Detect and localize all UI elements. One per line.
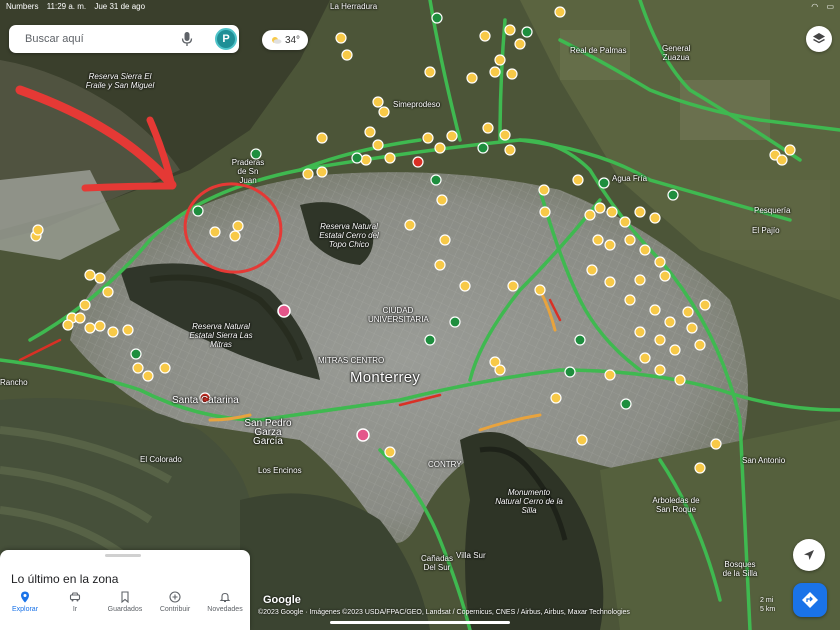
- explore-panel[interactable]: Lo último en la zona Explorar Ir Guardad…: [0, 550, 250, 630]
- nav-label: Explorar: [11, 606, 39, 613]
- map-label: Real de Palmas: [570, 46, 627, 55]
- scale-top: 2 mi: [760, 597, 774, 604]
- nav-ir[interactable]: Ir: [50, 586, 100, 630]
- map-label: Arboledas de San Roque: [652, 496, 700, 514]
- map-label: General Zuazua: [662, 44, 691, 62]
- layers-icon: [813, 33, 825, 44]
- nav-novedades[interactable]: Novedades: [200, 586, 250, 630]
- map-label: Reserva Sierra El Fraile y San Miguel: [85, 72, 155, 90]
- wifi-icon: ◠: [811, 2, 819, 11]
- attribution-text[interactable]: ©2023 Google · Imágenes ©2023 USDA/FPAC/…: [258, 609, 630, 616]
- nav-label: Guardados: [107, 606, 143, 613]
- directions-icon: [802, 592, 818, 608]
- nav-guardados[interactable]: Guardados: [100, 586, 150, 630]
- map-label: Rancho: [0, 378, 28, 387]
- scale-bar: 2 mi 5 km: [760, 596, 775, 614]
- map-label: Praderas de Sn Juan: [231, 158, 265, 185]
- nav-label: Novedades: [207, 606, 243, 613]
- avatar[interactable]: P: [215, 28, 237, 50]
- map-label: El Colorado: [140, 455, 182, 464]
- map-label: Cañadas Del Sur: [420, 554, 454, 572]
- weather-chip[interactable]: 34°: [262, 30, 308, 50]
- date-text: Jue 31 de ago: [94, 2, 146, 11]
- home-indicator[interactable]: [330, 621, 510, 624]
- carrier-text: Numbers: [6, 2, 39, 11]
- city-label: Monterrey: [350, 369, 421, 386]
- bookmark-icon: [121, 591, 129, 603]
- map-label: CIUDAD UNIVERSITARIA: [368, 306, 429, 324]
- nav-label: Contribuir: [159, 606, 191, 613]
- search-input[interactable]: [23, 32, 177, 46]
- map-label: Bosques de la Silla: [722, 560, 758, 578]
- map-label: Reserva Natural Estatal Sierra Las Mitra…: [189, 322, 253, 349]
- map-label: Santa Catarina: [172, 395, 239, 406]
- google-logo: Google: [263, 594, 301, 606]
- nav-explorar[interactable]: Explorar: [0, 586, 50, 630]
- layers-button[interactable]: [806, 26, 832, 52]
- map-label: La Herradura: [330, 2, 378, 11]
- time-text: 11:29 a. m.: [46, 2, 87, 11]
- scale-bottom: 5 km: [760, 606, 776, 613]
- weather-temp: 34°: [284, 34, 301, 46]
- map-label: Pesquería: [754, 206, 791, 215]
- partly-cloudy-icon: [271, 37, 282, 44]
- map-label: Villa Sur: [456, 551, 486, 560]
- map-label: Agua Fría: [612, 174, 648, 183]
- drag-handle[interactable]: [105, 554, 141, 557]
- panel-title: Lo último en la zona: [11, 572, 119, 586]
- navigation-arrow-icon: [804, 550, 814, 560]
- status-bar: Numbers 11:29 a. m. Jue 31 de ago ◠ ▭: [6, 2, 834, 16]
- map-label: San Pedro Garza García: [244, 418, 292, 447]
- battery-icon: ▭: [826, 2, 834, 11]
- map-label: Reserva Natural Estatal Cerro del Topo C…: [319, 222, 379, 249]
- my-location-button[interactable]: [793, 539, 825, 571]
- map-label: Los Encinos: [258, 466, 302, 475]
- map-label: CONTRY: [428, 460, 462, 469]
- map-label: El Pajío: [752, 226, 780, 235]
- map-label: MITRAS CENTRO: [318, 356, 385, 365]
- bell-icon: [219, 592, 231, 603]
- plus-circle-icon: [169, 591, 181, 603]
- map-label: Monumento Natural Cerro de la Silla: [495, 488, 563, 515]
- nav-contribuir[interactable]: Contribuir: [150, 586, 200, 630]
- directions-button[interactable]: [793, 583, 827, 617]
- map-label: San Antonio: [742, 456, 786, 465]
- pin-icon: [21, 591, 29, 603]
- map-label: Simeprodeso: [393, 100, 441, 109]
- search-box[interactable]: P: [9, 25, 239, 53]
- nav-label: Ir: [72, 606, 78, 613]
- car-icon: [69, 592, 81, 602]
- bottom-nav: Explorar Ir Guardados Contribuir Novedad…: [0, 586, 250, 630]
- microphone-icon[interactable]: [181, 31, 193, 47]
